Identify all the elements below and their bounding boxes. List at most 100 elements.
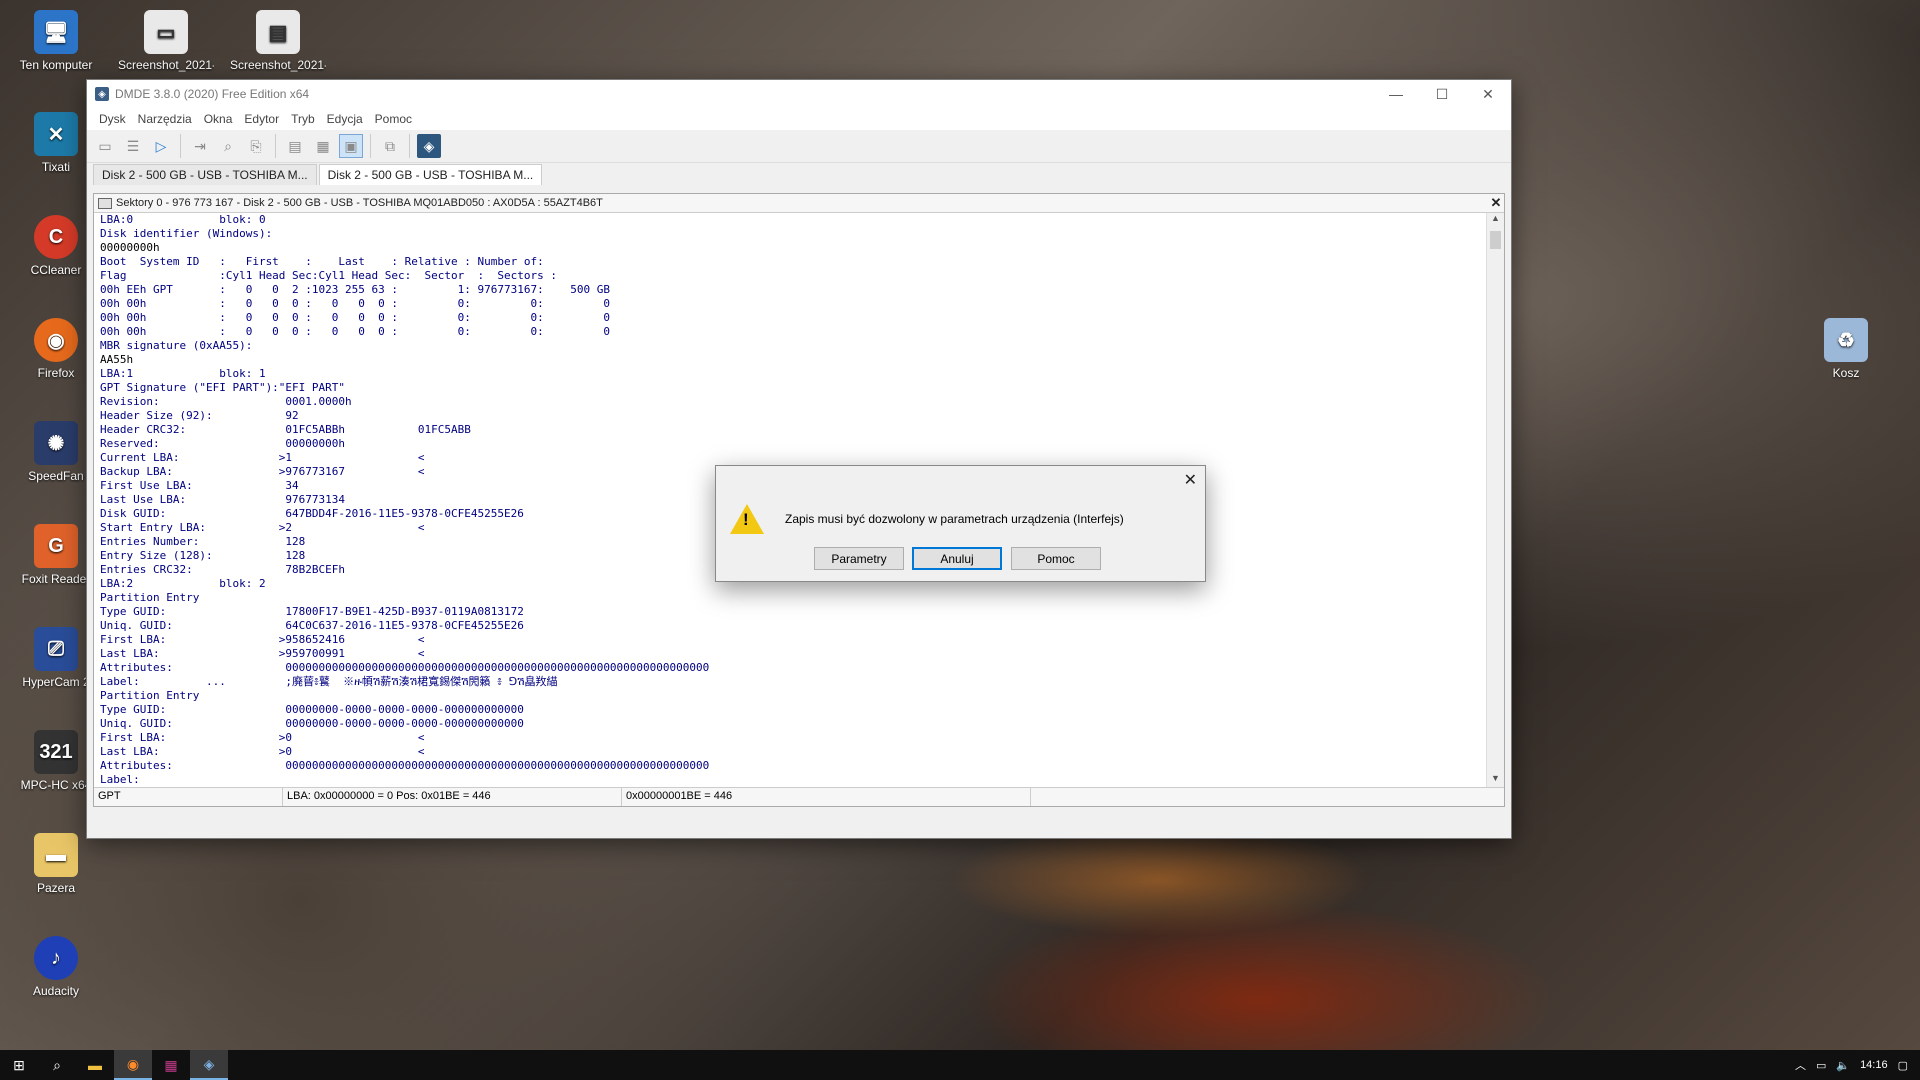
hard-disk-icon xyxy=(98,197,112,209)
view-mode-3-icon[interactable]: ▣ xyxy=(339,134,363,158)
toolbar-separator xyxy=(180,134,181,158)
menu-dysk[interactable]: Dysk xyxy=(93,112,132,126)
scroll-thumb[interactable] xyxy=(1490,231,1501,249)
sector-line: First LBA: >958652416 < xyxy=(100,633,425,646)
sector-line: Attributes: 0000000000000000000000000000… xyxy=(100,759,710,772)
firefox-icon[interactable]: ◉ xyxy=(114,1050,152,1080)
menu-edytor[interactable]: Edytor xyxy=(238,112,285,126)
sector-line: MBR signature (0xAA55): xyxy=(100,339,253,352)
anuluj-button[interactable]: Anuluj xyxy=(912,547,1002,570)
disk-icon[interactable]: ▭ xyxy=(93,134,117,158)
dmde-app-icon: ◈ xyxy=(95,87,109,101)
sector-line: Attributes: 0000000000000000000000000000… xyxy=(100,661,710,674)
panel-header: Sektory 0 - 976 773 167 - Disk 2 - 500 G… xyxy=(94,194,1504,213)
partitions-icon[interactable]: ☰ xyxy=(121,134,145,158)
toolbar-separator xyxy=(370,134,371,158)
warning-icon: ! xyxy=(730,504,764,534)
desktop-icon-screenshot-2[interactable]: ▤ Screenshot_2021-... xyxy=(230,10,326,72)
clock[interactable]: 14:16 xyxy=(1860,1059,1888,1071)
window-title: DMDE 3.8.0 (2020) Free Edition x64 xyxy=(115,87,310,101)
sector-line: Partition Entry xyxy=(100,689,200,702)
close-window-button[interactable]: ✕ xyxy=(1465,80,1511,108)
view-mode-1-icon[interactable]: ▤ xyxy=(283,134,307,158)
toolbar-separator xyxy=(409,134,410,158)
toolbar: ▭ ☰ ▷ ⇥ ⌕ ⎘ ▤ ▦ ▣ ⧉ ◈ xyxy=(87,130,1511,163)
ccleaner-icon: C xyxy=(34,215,78,259)
desktop-icon-pazera[interactable]: ▬ Pazera xyxy=(8,833,104,895)
desktop-icon-screenshot-1[interactable]: ▭ Screenshot_2021-... xyxy=(118,10,214,72)
goto-icon[interactable]: ⇥ xyxy=(188,134,212,158)
close-dialog-icon[interactable]: ✕ xyxy=(1184,470,1197,490)
tab-disk-2-second[interactable]: Disk 2 - 500 GB - USB - TOSHIBA M... xyxy=(318,164,543,185)
sector-line: GPT Signature ("EFI PART"):"EFI PART" xyxy=(100,381,346,394)
tab-disk-2-first[interactable]: Disk 2 - 500 GB - USB - TOSHIBA M... xyxy=(93,164,317,185)
winrar-icon[interactable]: ▦ xyxy=(152,1050,190,1080)
sector-line: AA55h xyxy=(100,353,134,366)
desktop-icon-this-pc[interactable]: 🖥 Ten komputer xyxy=(8,10,104,72)
scroll-down-icon[interactable]: ▼ xyxy=(1487,773,1504,787)
dmde-logo-icon[interactable]: ◈ xyxy=(417,134,441,158)
panel-title: Sektory 0 - 976 773 167 - Disk 2 - 500 G… xyxy=(116,197,603,209)
sector-line: Uniq. GUID: 64C0C637-2016-11E5-9378-0CFE… xyxy=(100,619,524,632)
tab-bar: Disk 2 - 500 GB - USB - TOSHIBA M... Dis… xyxy=(87,163,1511,185)
play-icon[interactable]: ▷ xyxy=(149,134,173,158)
image-file-icon: ▭ xyxy=(144,10,188,54)
status-offset: 0x00000001BE = 446 xyxy=(622,788,1031,806)
sector-line: Flag :Cyl1 Head Sec:Cyl1 Head Sec: Secto… xyxy=(100,269,557,282)
firefox-icon: ◉ xyxy=(34,318,78,362)
status-position: LBA: 0x00000000 = 0 Pos: 0x01BE = 446 xyxy=(283,788,622,806)
status-type: GPT xyxy=(94,788,283,806)
sector-line: 00h 00h : 0 0 0 : 0 0 0 : 0: 0: 0 xyxy=(100,297,610,310)
sector-line: Partition Entry xyxy=(100,591,200,604)
folder-icon: ▬ xyxy=(34,833,78,877)
vertical-scrollbar[interactable]: ▲ ▼ xyxy=(1486,213,1504,787)
maximize-button[interactable]: ☐ xyxy=(1419,80,1465,108)
menu-pomoc[interactable]: Pomoc xyxy=(369,112,418,126)
sector-line: Type GUID: 00000000-0000-0000-0000-00000… xyxy=(100,703,524,716)
recycle-bin-icon: ♻ xyxy=(1824,318,1868,362)
chevron-up-icon[interactable]: ︿ xyxy=(1795,1057,1806,1073)
dmde-window: ◈ DMDE 3.8.0 (2020) Free Edition x64 — ☐… xyxy=(86,79,1512,839)
sector-line: Header CRC32: 01FC5ABBh 01FC5ABB xyxy=(100,423,471,436)
menu-okna[interactable]: Okna xyxy=(198,112,239,126)
minimize-button[interactable]: — xyxy=(1373,80,1419,108)
dmde-icon[interactable]: ◈ xyxy=(190,1050,228,1080)
sector-line: First LBA: >0 < xyxy=(100,731,425,744)
notifications-icon[interactable]: ▢ xyxy=(1898,1059,1908,1072)
start-icon[interactable]: ⊞ xyxy=(0,1050,38,1080)
mpc-icon: 321 xyxy=(34,730,78,774)
image-file-icon: ▤ xyxy=(256,10,300,54)
network-icon[interactable]: ▭ xyxy=(1816,1059,1826,1072)
sector-line: 00h EEh GPT : 0 0 2 :1023 255 63 : 1: 97… xyxy=(100,283,610,296)
scroll-up-icon[interactable]: ▲ xyxy=(1487,213,1504,227)
close-panel-icon[interactable]: ✕ xyxy=(1488,195,1504,211)
sector-line: 00h 00h : 0 0 0 : 0 0 0 : 0: 0: 0 xyxy=(100,311,610,324)
error-dialog: ✕ ! Zapis musi być dozwolony w parametra… xyxy=(715,465,1206,582)
menu-edycja[interactable]: Edycja xyxy=(321,112,369,126)
tixati-icon: ✕ xyxy=(34,112,78,156)
sector-line: Uniq. GUID: 00000000-0000-0000-0000-0000… xyxy=(100,717,524,730)
pomoc-button[interactable]: Pomoc xyxy=(1011,547,1101,570)
audacity-icon: ♪ xyxy=(34,936,78,980)
title-bar[interactable]: ◈ DMDE 3.8.0 (2020) Free Edition x64 — ☐… xyxy=(87,80,1511,108)
view-mode-2-icon[interactable]: ▦ xyxy=(311,134,335,158)
parametry-button[interactable]: Parametry xyxy=(814,547,904,570)
sector-line: Current LBA: >1 < xyxy=(100,451,425,464)
copy-sectors-icon[interactable]: ⎘ xyxy=(244,134,268,158)
hypercam-icon: ⎚ xyxy=(34,627,78,671)
file-explorer-icon[interactable]: ▬ xyxy=(76,1050,114,1080)
menu-tryb[interactable]: Tryb xyxy=(285,112,321,126)
speaker-icon[interactable]: 🔈 xyxy=(1836,1059,1850,1072)
sector-line: 00h 00h : 0 0 0 : 0 0 0 : 0: 0: 0 xyxy=(100,325,610,338)
sector-line: Label: ... ;廃蒈៖鼚 ※ዙ幁ሽ薪ሽ湊ሽ桾寬錫傑ሽ閌籟 ៖ ⅁ሽ皛䍩緢 xyxy=(100,675,558,688)
taskbar: ⊞ ⌕ ▬ ◉ ▦ ◈ ︿ ▭ 🔈 14:16 ▢ xyxy=(0,1050,1920,1080)
find-icon[interactable]: ⌕ xyxy=(216,134,240,158)
desktop-icon-audacity[interactable]: ♪ Audacity xyxy=(8,936,104,998)
search-icon[interactable]: ⌕ xyxy=(38,1050,76,1080)
sector-line: Last LBA: >959700991 < xyxy=(100,647,425,660)
foxit-icon: G xyxy=(34,524,78,568)
desktop-icon-recycle-bin[interactable]: ♻ Kosz xyxy=(1798,318,1894,380)
menu-narzedzia[interactable]: Narzędzia xyxy=(132,112,198,126)
sector-line: Type GUID: 17800F17-B9E1-425D-B937-0119A… xyxy=(100,605,524,618)
templates-icon[interactable]: ⧉ xyxy=(378,134,402,158)
